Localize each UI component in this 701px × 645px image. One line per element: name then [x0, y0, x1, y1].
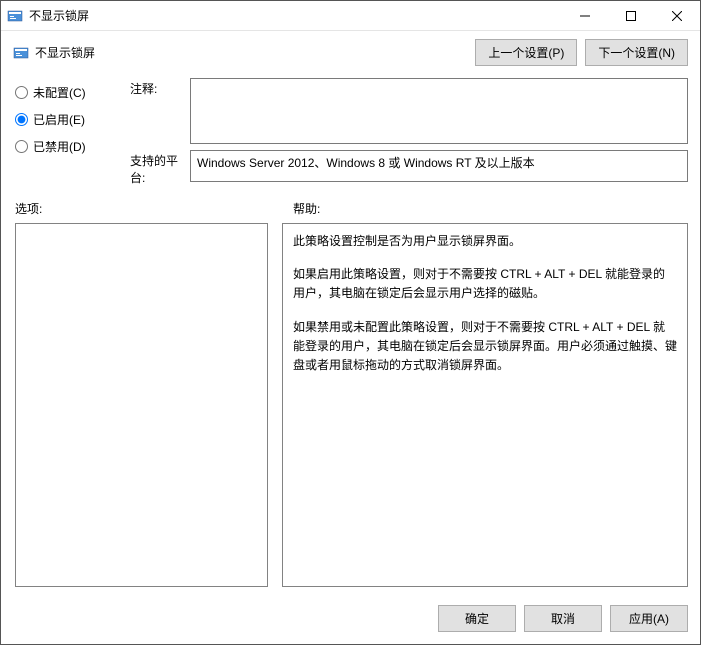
ok-button[interactable]: 确定: [438, 605, 516, 632]
footer: 确定 取消 应用(A): [1, 597, 700, 644]
cancel-button[interactable]: 取消: [524, 605, 602, 632]
platform-row: 支持的平台: Windows Server 2012、Windows 8 或 W…: [130, 150, 688, 186]
options-panel[interactable]: [15, 223, 268, 587]
maximize-button[interactable]: [608, 1, 654, 30]
radio-enabled-input[interactable]: [15, 113, 28, 126]
comment-row: 注释:: [130, 78, 688, 144]
window-title: 不显示锁屏: [29, 7, 562, 24]
config-section: 未配置(C) 已启用(E) 已禁用(D) 注释: 支持的平台: Windows …: [1, 72, 700, 196]
minimize-button[interactable]: [562, 1, 608, 30]
close-button[interactable]: [654, 1, 700, 30]
radio-not-configured-input[interactable]: [15, 86, 28, 99]
comment-textarea[interactable]: [190, 78, 688, 144]
radio-enabled[interactable]: 已启用(E): [15, 111, 130, 128]
radio-not-configured[interactable]: 未配置(C): [15, 84, 130, 101]
radio-disabled-label: 已禁用(D): [33, 138, 86, 155]
policy-editor-window: 不显示锁屏 不显示锁屏 上一个设置(P) 下一个设置(N): [0, 0, 701, 645]
help-panel[interactable]: 此策略设置控制是否为用户显示锁屏界面。 如果启用此策略设置，则对于不需要按 CT…: [282, 223, 688, 587]
policy-title: 不显示锁屏: [35, 44, 475, 61]
help-p2: 如果启用此策略设置，则对于不需要按 CTRL + ALT + DEL 就能登录的…: [293, 265, 677, 303]
nav-buttons: 上一个设置(P) 下一个设置(N): [475, 39, 688, 66]
previous-setting-button[interactable]: 上一个设置(P): [475, 39, 577, 66]
fields-column: 注释: 支持的平台: Windows Server 2012、Windows 8…: [130, 78, 688, 192]
next-setting-button[interactable]: 下一个设置(N): [585, 39, 688, 66]
help-p1: 此策略设置控制是否为用户显示锁屏界面。: [293, 232, 677, 251]
radio-not-configured-label: 未配置(C): [33, 84, 86, 101]
supported-on-box: Windows Server 2012、Windows 8 或 Windows …: [190, 150, 688, 182]
radio-disabled[interactable]: 已禁用(D): [15, 138, 130, 155]
panels-row: 此策略设置控制是否为用户显示锁屏界面。 如果启用此策略设置，则对于不需要按 CT…: [1, 221, 700, 597]
state-radio-group: 未配置(C) 已启用(E) 已禁用(D): [15, 78, 130, 192]
window-controls: [562, 1, 700, 30]
app-icon: [7, 8, 23, 24]
apply-button[interactable]: 应用(A): [610, 605, 688, 632]
help-p3: 如果禁用或未配置此策略设置，则对于不需要按 CTRL + ALT + DEL 就…: [293, 318, 677, 376]
radio-enabled-label: 已启用(E): [33, 111, 85, 128]
comment-label: 注释:: [130, 78, 190, 97]
radio-disabled-input[interactable]: [15, 140, 28, 153]
panels-header: 选项: 帮助:: [1, 196, 700, 221]
header-row: 不显示锁屏 上一个设置(P) 下一个设置(N): [1, 31, 700, 72]
options-label: 选项:: [15, 200, 279, 217]
titlebar: 不显示锁屏: [1, 1, 700, 31]
help-label: 帮助:: [293, 200, 320, 217]
platform-label: 支持的平台:: [130, 150, 190, 186]
policy-icon: [13, 45, 29, 61]
supported-on-text: Windows Server 2012、Windows 8 或 Windows …: [197, 156, 535, 170]
